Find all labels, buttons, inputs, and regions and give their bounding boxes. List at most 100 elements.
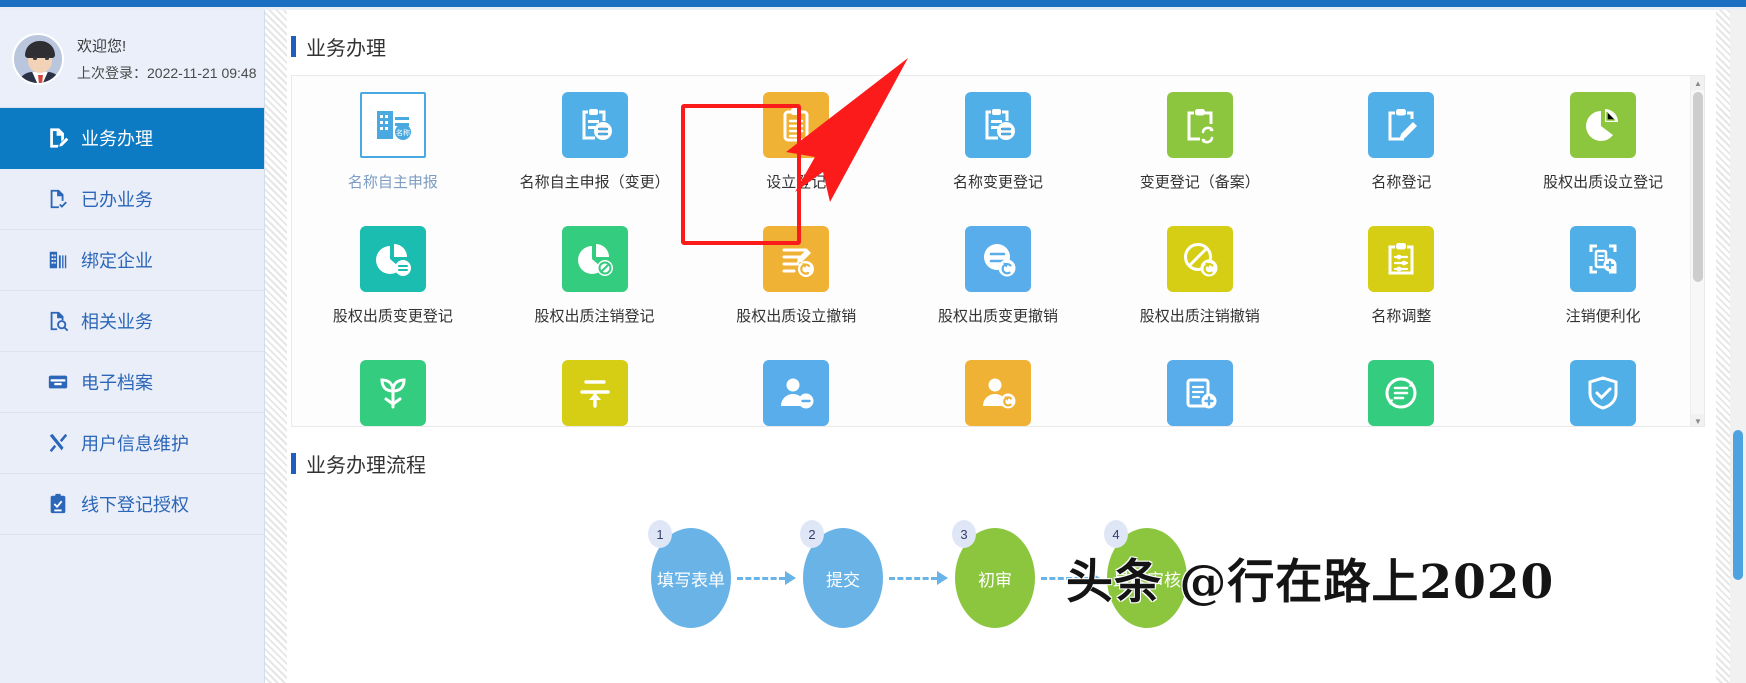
pie-swap-icon <box>359 226 426 292</box>
service-tile-4[interactable]: 名称变更登记 <box>897 76 1099 210</box>
services-panel: 名称 名称自主申报 名称自主申报（变更） 设立登记 名称变更登记 变更登记（备案） 名称登记… <box>291 75 1705 427</box>
service-label: 名称自主申报 <box>347 174 438 191</box>
sidebar-nav: 业务办理 已办业务绑定企业相关业务电子档案用户信息维护 线下登记授权 <box>0 108 264 535</box>
person-refresh-icon <box>964 360 1031 426</box>
service-label: 股权出质变更撤销 <box>937 308 1058 325</box>
flow-step-2: 提交 2 <box>800 520 883 628</box>
sidebar-item-6[interactable]: 用户信息维护 <box>0 413 264 474</box>
sidebar-item-1[interactable]: 业务办理 <box>0 108 264 169</box>
service-label: 注销便利化 <box>1565 308 1641 325</box>
title-accent-bar <box>291 36 296 57</box>
avatar <box>12 32 64 85</box>
service-tile-2[interactable]: 名称自主申报（变更） <box>494 76 696 210</box>
doc-plus-frame-icon <box>1570 226 1637 292</box>
service-tile-7[interactable]: 股权出质设立登记 <box>1502 76 1704 210</box>
document-edit-icon <box>47 127 69 149</box>
sidebar-item-label: 相关业务 <box>81 312 153 332</box>
building-icon <box>47 249 69 271</box>
list-refresh-icon <box>1368 360 1435 426</box>
page-scrollbar[interactable] <box>1730 10 1746 683</box>
clipboard-swap-icon <box>964 92 1031 158</box>
service-label: 名称调整 <box>1371 308 1432 325</box>
sidebar-item-4[interactable]: 相关业务 <box>0 291 264 352</box>
shield-check-icon <box>1570 360 1637 426</box>
service-label: 股权出质注销登记 <box>534 308 655 325</box>
ban-undo-icon <box>1166 226 1233 292</box>
sidebar-item-5[interactable]: 电子档案 <box>0 352 264 413</box>
service-tile-15[interactable] <box>292 344 494 426</box>
lines-undo-icon <box>763 226 830 292</box>
service-tile-19[interactable] <box>1099 344 1301 426</box>
clipboard-pencil-icon <box>1368 92 1435 158</box>
page-scrollbar-thumb[interactable] <box>1733 430 1743 580</box>
service-tile-17[interactable] <box>695 344 897 426</box>
flow-step-1: 填写表单 1 <box>648 520 731 628</box>
service-label: 变更登记（备案） <box>1139 174 1260 191</box>
service-label: 名称登记 <box>1371 174 1432 191</box>
service-tile-14[interactable]: 注销便利化 <box>1502 210 1704 344</box>
flow-step-number: 2 <box>800 520 824 548</box>
scroll-up-icon[interactable]: ▲ <box>1691 76 1704 90</box>
doc-plus-icon <box>1166 360 1233 426</box>
flow-arrow-icon <box>731 568 803 588</box>
service-label: 设立登记 <box>766 174 827 191</box>
service-tile-12[interactable]: 股权出质注销撤销 <box>1099 210 1301 344</box>
service-tile-6[interactable]: 名称登记 <box>1301 76 1503 210</box>
building-name-icon: 名称 <box>359 92 426 158</box>
swap-undo-icon <box>964 226 1031 292</box>
page-root: 欢迎您! 上次登录：2022-11-21 09:48 业务办理 已办业务 绑定企业相… <box>0 0 1746 683</box>
service-tile-21[interactable] <box>1502 344 1704 426</box>
flow-title-accent-bar <box>291 453 296 474</box>
pie-chart-icon <box>1570 92 1637 158</box>
clipboard-swap-icon <box>561 92 628 158</box>
service-label: 股权出质设立撤销 <box>736 308 857 325</box>
scroll-down-icon[interactable]: ▼ <box>1691 414 1704 426</box>
service-tile-9[interactable]: 股权出质注销登记 <box>494 210 696 344</box>
sidebar-item-label: 电子档案 <box>81 373 153 393</box>
clipboard-refresh-icon <box>1166 92 1233 158</box>
archive-box-icon <box>47 371 69 393</box>
service-tile-20[interactable] <box>1301 344 1503 426</box>
welcome-greeting: 欢迎您! <box>77 37 127 55</box>
watermark-text: 头条 @行在路上2020 <box>1066 555 1555 610</box>
service-label: 名称变更登记 <box>952 174 1043 191</box>
service-tile-10[interactable]: 股权出质设立撤销 <box>695 210 897 344</box>
service-label: 股权出质变更登记 <box>332 308 453 325</box>
sidebar-item-2[interactable]: 已办业务 <box>0 169 264 230</box>
service-tile-5[interactable]: 变更登记（备案） <box>1099 76 1301 210</box>
flow-arrow-icon <box>883 568 955 588</box>
flow-step-3: 初审 3 <box>952 520 1035 628</box>
page-title: 业务办理 <box>306 38 386 60</box>
flow-step-number: 3 <box>952 520 976 548</box>
sidebar: 欢迎您! 上次登录：2022-11-21 09:48 业务办理 已办业务绑定企业相… <box>0 10 265 683</box>
sidebar-item-label: 线下登记授权 <box>81 495 189 515</box>
service-label: 股权出质设立登记 <box>1543 174 1664 191</box>
divide-up-icon <box>561 360 628 426</box>
services-scrollbar[interactable]: ▲ ▼ <box>1690 76 1704 426</box>
service-tile-13[interactable]: 名称调整 <box>1301 210 1503 344</box>
service-tile-16[interactable] <box>494 344 696 426</box>
sidebar-item-label: 绑定企业 <box>81 251 153 271</box>
service-tile-3[interactable]: 设立登记 <box>695 76 897 210</box>
pie-ban-icon <box>561 226 628 292</box>
document-search-icon <box>47 310 69 332</box>
last-login-time: 上次登录：2022-11-21 09:48 <box>77 64 257 81</box>
svg-text:名称: 名称 <box>396 128 410 137</box>
clipboard-settings-icon <box>1368 226 1435 292</box>
service-label: 名称自主申报（变更） <box>519 174 670 191</box>
person-minus-icon <box>763 360 830 426</box>
sidebar-item-3[interactable]: 绑定企业 <box>0 230 264 291</box>
service-tile-1[interactable]: 名称名称自主申报 <box>292 76 494 210</box>
scrollbar-thumb[interactable] <box>1693 92 1703 282</box>
welcome-panel: 欢迎您! 上次登录：2022-11-21 09:48 <box>0 10 264 108</box>
section-header-business: 业务办理 <box>287 10 1716 75</box>
service-label: 股权出质注销撤销 <box>1139 308 1260 325</box>
sidebar-item-label: 用户信息维护 <box>81 434 189 454</box>
service-tile-18[interactable] <box>897 344 1099 426</box>
service-tile-8[interactable]: 股权出质变更登记 <box>292 210 494 344</box>
document-check-icon <box>47 188 69 210</box>
hatch-left <box>265 10 287 683</box>
service-tile-11[interactable]: 股权出质变更撤销 <box>897 210 1099 344</box>
flow-title: 业务办理流程 <box>306 455 426 477</box>
sidebar-item-7[interactable]: 线下登记授权 <box>0 474 264 535</box>
